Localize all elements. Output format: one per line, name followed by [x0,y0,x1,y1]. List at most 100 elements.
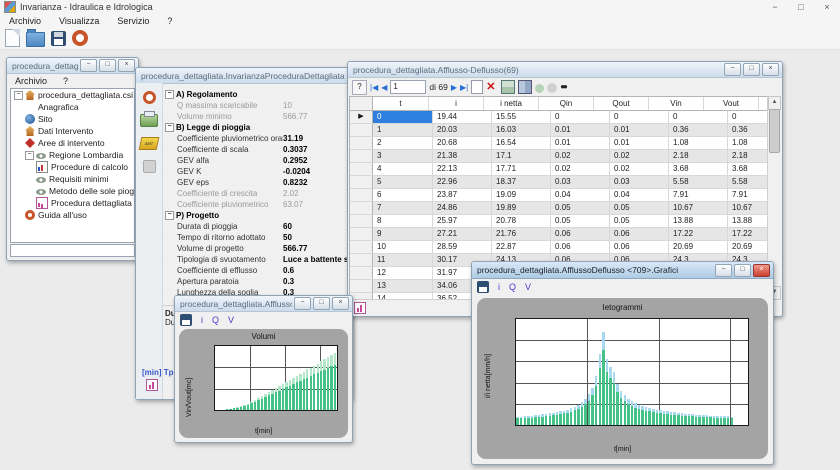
grid-cell[interactable]: 22.96 [433,176,492,188]
property-value[interactable]: -0.0204 [283,167,351,176]
grid-cell[interactable]: 8 [373,215,433,227]
grid-cell[interactable]: 19.09 [492,189,551,201]
amt-tag-icon[interactable]: AMT [139,137,160,150]
property-value[interactable]: 60 [283,222,351,231]
grid-cell[interactable]: 20.68 [433,137,492,149]
minimize-button[interactable]: − [80,59,97,72]
prev-record-button[interactable]: ◀ [381,83,387,92]
grid-cell[interactable]: 0.01 [610,124,669,136]
table-row[interactable]: 927.2121.760.060.0617.2217.22 [350,228,767,241]
table-row[interactable]: ▶019.4415.550000 [350,111,767,124]
table-row[interactable]: 422.1317.710.020.023.683.68 [350,163,767,176]
maximize-button[interactable]: □ [743,63,760,76]
close-icon[interactable]: × [118,59,135,72]
section-expander[interactable]: − [165,90,174,99]
help-ring-icon[interactable] [72,30,88,46]
menu-archivio[interactable]: Archivio [7,76,55,86]
property-value[interactable]: 566.77 [283,244,351,253]
table-row[interactable]: 724.8619.890.050.0510.6710.67 [350,202,767,215]
close-icon[interactable]: × [762,63,779,76]
menu-i[interactable]: i [201,315,203,325]
grid-cell[interactable]: 0.06 [610,228,669,240]
section-expander[interactable]: − [165,211,174,220]
grid-cell[interactable]: 20.03 [433,124,492,136]
grid-cell[interactable]: 23.87 [433,189,492,201]
grid-cell[interactable]: 1 [373,124,433,136]
grid-cell[interactable]: 19.44 [433,111,492,123]
property-value[interactable]: 0.8232 [283,178,351,187]
grid-cell[interactable]: 13 [373,280,433,292]
grid-link-icon[interactable] [518,80,532,94]
tree-item[interactable]: Dati Intervento [11,125,134,137]
property-value[interactable]: 31.19 [283,134,351,143]
table-window-titlebar[interactable]: procedura_dettagliata.Afflusso-Deflusso(… [348,62,782,78]
row-selector[interactable] [350,215,373,227]
grid-cell[interactable]: 0.36 [728,124,768,136]
maximize-button[interactable]: □ [788,0,814,14]
grid-cell[interactable]: 22.13 [433,163,492,175]
grid-cell[interactable]: 1.08 [669,137,728,149]
grid-cell[interactable]: 27.21 [433,228,492,240]
grid-cell[interactable]: 2 [373,137,433,149]
grid-cell[interactable]: 0.04 [551,189,610,201]
grid-cell[interactable]: 0.02 [610,150,669,162]
grid-cell[interactable]: 7.91 [669,189,728,201]
grid-cell[interactable]: 0.02 [610,163,669,175]
menu-servizio[interactable]: Servizio [108,16,158,26]
new-record-icon[interactable] [471,80,483,94]
menu-q[interactable]: Q [212,315,219,325]
grid-cell[interactable]: 1.08 [728,137,768,149]
save-icon[interactable] [180,314,192,326]
table-row[interactable]: 623.8719.090.040.047.917.91 [350,189,767,202]
column-header[interactable]: Qout [594,97,649,110]
column-header[interactable]: i [429,97,484,110]
volumi-window-titlebar[interactable]: procedura_dettagliata.AfflussoDefluss...… [175,296,352,312]
tree-item[interactable]: −Regione Lombardia [11,149,134,161]
grid-cell[interactable]: 2.18 [728,150,768,162]
table-row[interactable]: 825.9720.780.050.0513.8813.88 [350,215,767,228]
grid-edit-icon[interactable] [501,80,515,94]
scroll-thumb[interactable] [769,109,780,153]
grid-cell[interactable]: 0.03 [610,176,669,188]
property-section-header[interactable]: −A) Regolamento [163,89,351,100]
menu-help[interactable]: ? [55,76,76,86]
grid-cell[interactable]: 0.04 [610,189,669,201]
grafici-window-titlebar[interactable]: procedura_dettagliata.AfflussoDeflusso <… [472,262,773,279]
grid-cell[interactable]: 16.54 [492,137,551,149]
grid-cell[interactable]: 21.76 [492,228,551,240]
row-selector[interactable] [350,254,373,266]
grid-cell[interactable]: 0.06 [551,228,610,240]
grid-cell[interactable]: 20.69 [669,241,728,253]
maximize-button[interactable]: □ [734,264,751,277]
help-ring-icon[interactable] [143,91,156,104]
minimize-button[interactable]: − [762,0,788,14]
grid-cell[interactable]: 0 [551,111,610,123]
row-selector[interactable] [350,202,373,214]
chart-icon[interactable] [146,379,158,391]
grid-cell[interactable]: 0.06 [610,241,669,253]
grid-cell[interactable]: 0.06 [551,241,610,253]
row-selector[interactable] [350,163,373,175]
table-row[interactable]: 220.6816.540.010.011.081.08 [350,137,767,150]
grid-cell[interactable]: 20.69 [728,241,768,253]
grid-cell[interactable]: 16.03 [492,124,551,136]
grid-cell[interactable]: 4 [373,163,433,175]
new-file-icon[interactable] [5,29,20,47]
grid-cell[interactable]: 0.03 [551,176,610,188]
tree-expander[interactable]: − [14,91,23,100]
tree-expander[interactable]: − [25,151,34,160]
tree-item[interactable]: Requisiti minimi [11,173,134,185]
binoculars-icon[interactable]: ●● [560,81,572,93]
grid-cell[interactable]: 5.58 [669,176,728,188]
tree-item[interactable]: Guida all'uso [11,209,134,221]
tree-item[interactable]: −procedura_dettagliata.csi [11,89,134,101]
main-titlebar[interactable]: Invarianza - Idraulica e Idrologica − □ … [0,0,840,14]
save-icon[interactable] [51,31,66,46]
column-header[interactable]: Qin [539,97,594,110]
grid-cell[interactable]: 15.55 [492,111,551,123]
grid-cell[interactable]: 20.78 [492,215,551,227]
grid-cell[interactable]: 0.02 [551,150,610,162]
save-icon[interactable] [477,281,489,293]
row-selector[interactable] [350,189,373,201]
menu-i[interactable]: i [498,282,500,292]
